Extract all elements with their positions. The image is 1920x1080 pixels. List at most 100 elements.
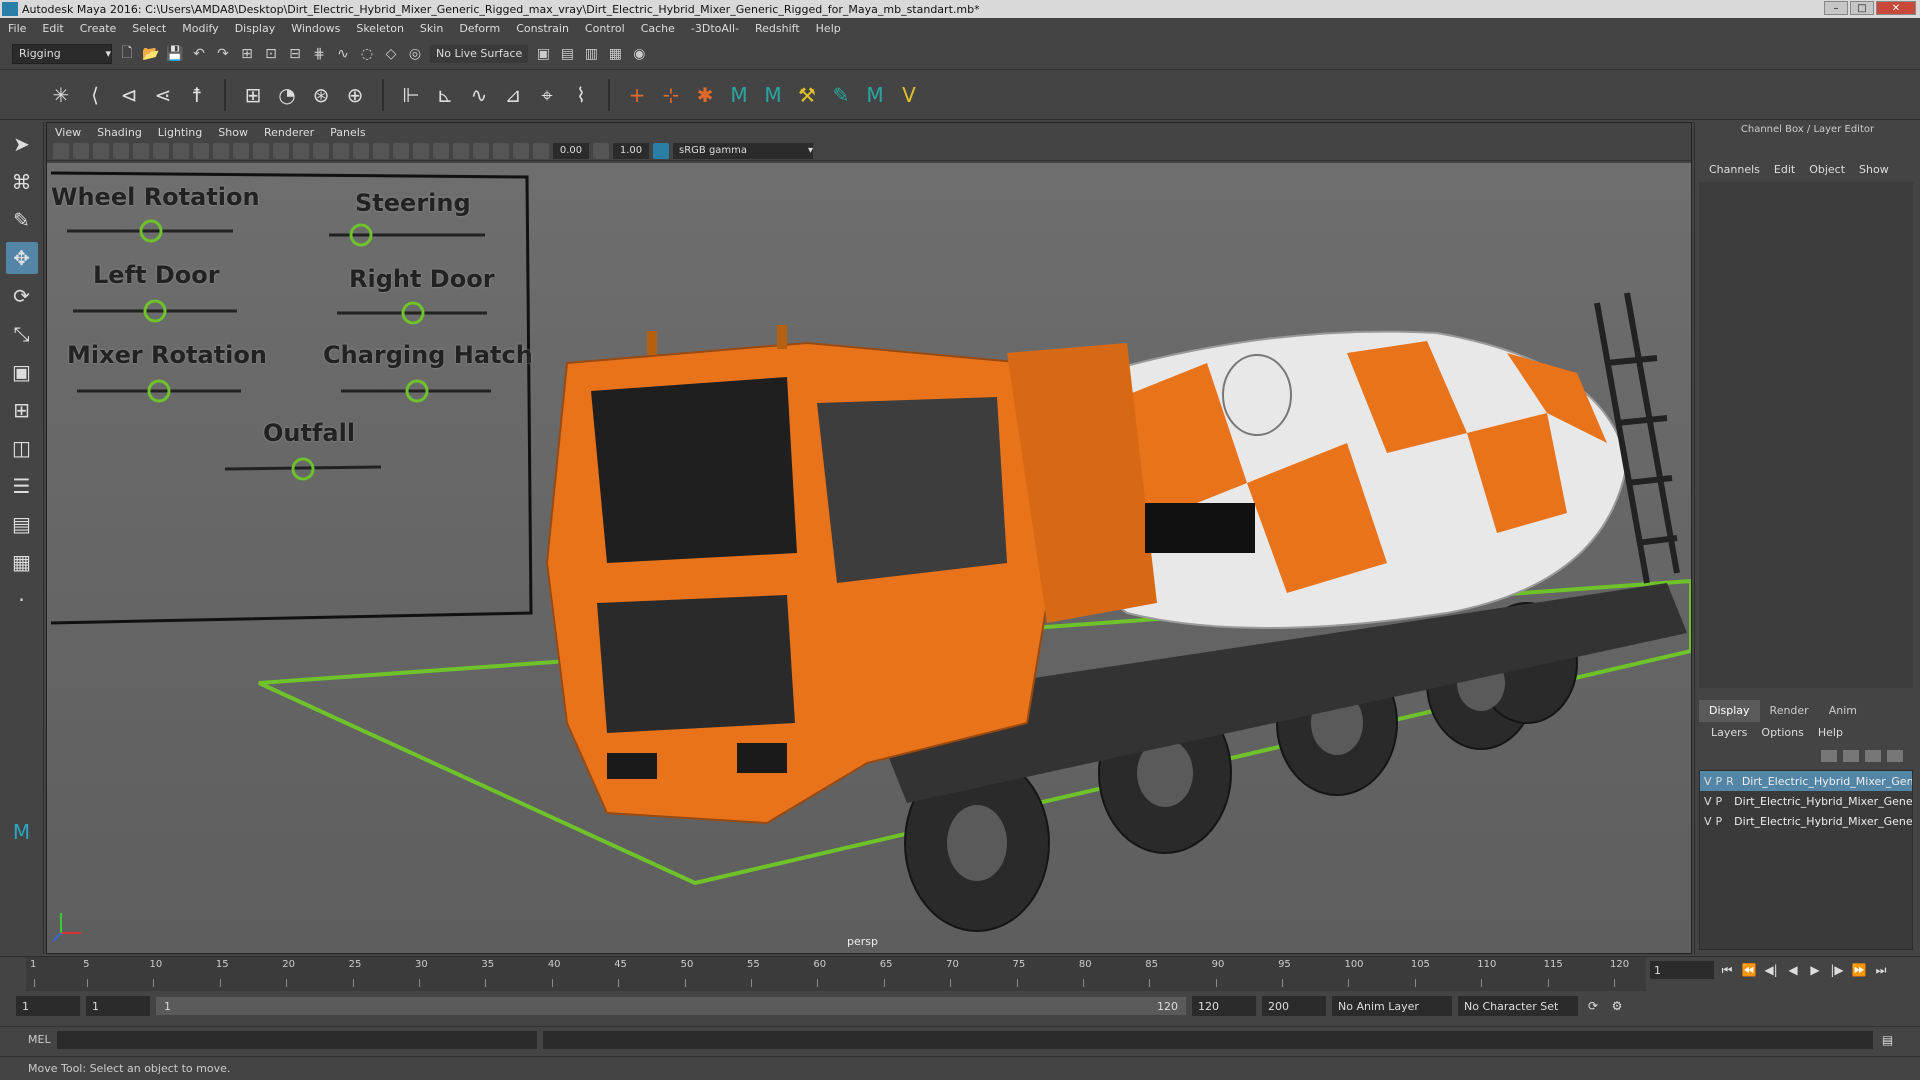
grease-pencil-icon[interactable] (153, 142, 169, 159)
mirror-weights-icon[interactable]: ⌖ (534, 82, 560, 108)
smooth-bind-icon[interactable]: ⊾ (432, 82, 458, 108)
step-back-frame-icon[interactable]: ◀| (1762, 961, 1780, 979)
shadows-icon[interactable] (393, 142, 409, 159)
ik-spline-icon[interactable]: ⊲ (116, 82, 142, 108)
animation-preferences-icon[interactable]: ⚙ (1608, 997, 1626, 1015)
aim-constraint-icon[interactable]: M (726, 82, 752, 108)
3d-viewport[interactable]: Wheel Rotation Steering Left Door Right … (47, 163, 1691, 953)
smooth-shade-icon[interactable] (313, 142, 329, 159)
joint-tool-icon[interactable]: ✳ (48, 82, 74, 108)
scale-constraint-icon[interactable]: ⚒ (794, 82, 820, 108)
menu-control[interactable]: Control (577, 22, 633, 35)
copy-weights-icon[interactable]: ⌇ (568, 82, 594, 108)
layer-playback-toggle[interactable]: P (1716, 815, 1723, 828)
color-management-icon[interactable] (653, 142, 669, 159)
parent-constraint-icon[interactable]: ⊹ (658, 82, 684, 108)
play-forwards-icon[interactable]: ▶ (1806, 961, 1824, 979)
new-layer-from-selection-icon[interactable] (1887, 750, 1903, 762)
select-object-icon[interactable]: ⊡ (262, 45, 280, 63)
character-set-dropdown[interactable]: No Character Set (1458, 996, 1578, 1016)
panel-menu-panels[interactable]: Panels (322, 126, 373, 139)
bind-skin-icon[interactable]: ⊩ (398, 82, 424, 108)
cluster-icon[interactable]: ◔ (274, 82, 300, 108)
hypershade-layout-icon[interactable]: ▦ (6, 546, 38, 578)
channel-box-menu-edit[interactable]: Edit (1770, 163, 1799, 176)
layer-visibility-toggle[interactable]: V (1704, 815, 1712, 828)
geometry-constraint-icon[interactable]: M (862, 82, 888, 108)
menu-constrain[interactable]: Constrain (508, 22, 577, 35)
snap-plane-icon[interactable]: ◇ (382, 45, 400, 63)
image-plane-icon[interactable] (113, 142, 129, 159)
menu-help[interactable]: Help (808, 22, 849, 35)
menu-redshift[interactable]: Redshift (747, 22, 808, 35)
snap-surface-icon[interactable]: ◎ (406, 45, 424, 63)
locator-icon[interactable]: + (624, 82, 650, 108)
snap-curve-icon[interactable]: ∿ (334, 45, 352, 63)
ipr-render-icon[interactable]: ▥ (582, 45, 600, 63)
paint-weights-icon[interactable]: ∿ (466, 82, 492, 108)
step-back-key-icon[interactable]: ⏪ (1740, 961, 1758, 979)
current-frame-field[interactable]: 1 (1650, 961, 1714, 979)
layer-row[interactable]: V P Dirt_Electric_Hybrid_Mixer_Generic_R… (1700, 791, 1912, 811)
more-layouts-icon[interactable]: · (6, 584, 38, 616)
layer-menu-options[interactable]: Options (1757, 726, 1807, 739)
safe-action-icon[interactable] (273, 142, 289, 159)
layer-playback-toggle[interactable]: P (1716, 795, 1723, 808)
color-space-dropdown[interactable]: sRGB gamma ▾ (673, 142, 813, 159)
menu-skeleton[interactable]: Skeleton (348, 22, 412, 35)
blendshape-icon[interactable]: ⊕ (342, 82, 368, 108)
wrap-deformer-icon[interactable]: ⊛ (308, 82, 334, 108)
menu-cache[interactable]: Cache (633, 22, 683, 35)
four-pane-layout-icon[interactable]: ⊞ (6, 394, 38, 426)
lattice-icon[interactable]: ⊞ (240, 82, 266, 108)
ik-handle-icon[interactable]: ⟨ (82, 82, 108, 108)
use-lights-icon[interactable] (373, 142, 389, 159)
anti-aliasing-icon[interactable] (453, 142, 469, 159)
2d-pan-zoom-icon[interactable] (133, 142, 149, 159)
channel-box-menu-channels[interactable]: Channels (1705, 163, 1764, 176)
minimize-button[interactable]: – (1824, 1, 1848, 15)
outliner-layout-icon[interactable]: ☰ (6, 470, 38, 502)
move-tool-icon[interactable]: ✥ (5, 242, 38, 274)
range-slider[interactable]: 1 120 (156, 997, 1186, 1015)
channel-box-menu-object[interactable]: Object (1805, 163, 1849, 176)
panel-menu-shading[interactable]: Shading (89, 126, 150, 139)
layer-visibility-toggle[interactable]: V (1704, 775, 1712, 788)
camera-select-icon[interactable] (53, 142, 69, 159)
layer-playback-toggle[interactable]: P (1716, 775, 1723, 788)
isolate-select-icon[interactable] (473, 142, 489, 159)
undo-icon[interactable]: ↶ (190, 45, 208, 63)
playback-start-field[interactable]: 1 (86, 996, 150, 1016)
tab-display[interactable]: Display (1699, 700, 1760, 722)
rotate-tool-icon[interactable]: ⟳ (6, 280, 38, 312)
wireframe-icon[interactable] (293, 142, 309, 159)
xray-joints-icon[interactable] (513, 142, 529, 159)
xray-icon[interactable] (493, 142, 509, 159)
snap-grid-icon[interactable]: ⋕ (310, 45, 328, 63)
channel-box-menu-show[interactable]: Show (1855, 163, 1893, 176)
pole-vector-icon[interactable]: ✎ (828, 82, 854, 108)
layer-reference-toggle[interactable]: R (1726, 775, 1734, 788)
paint-select-icon[interactable]: ✎ (6, 204, 38, 236)
animation-start-field[interactable]: 1 (16, 996, 80, 1016)
menu-set-dropdown[interactable]: Rigging ▾ (12, 43, 112, 64)
layer-menu-help[interactable]: Help (1814, 726, 1847, 739)
menu-windows[interactable]: Windows (283, 22, 348, 35)
camera-attributes-icon[interactable] (73, 142, 89, 159)
move-layer-up-icon[interactable] (1821, 750, 1837, 762)
script-editor-icon[interactable]: ▤ (1879, 1031, 1897, 1049)
tab-anim[interactable]: Anim (1819, 700, 1867, 722)
select-tool-icon[interactable]: ➤ (6, 128, 38, 160)
menu-create[interactable]: Create (72, 22, 125, 35)
graph-layout-icon[interactable]: ▤ (6, 508, 38, 540)
select-hierarchy-icon[interactable]: ⊞ (238, 45, 256, 63)
single-pane-layout-icon[interactable]: ▣ (6, 356, 38, 388)
humanik-icon[interactable]: ☨ (184, 82, 210, 108)
panel-menu-show[interactable]: Show (210, 126, 256, 139)
menu-skin[interactable]: Skin (412, 22, 451, 35)
motion-blur-icon[interactable] (433, 142, 449, 159)
gamma-field[interactable]: 1.00 (613, 142, 649, 159)
menu-display[interactable]: Display (227, 22, 284, 35)
field-chart-icon[interactable] (253, 142, 269, 159)
hypershade-icon[interactable]: ◉ (630, 45, 648, 63)
